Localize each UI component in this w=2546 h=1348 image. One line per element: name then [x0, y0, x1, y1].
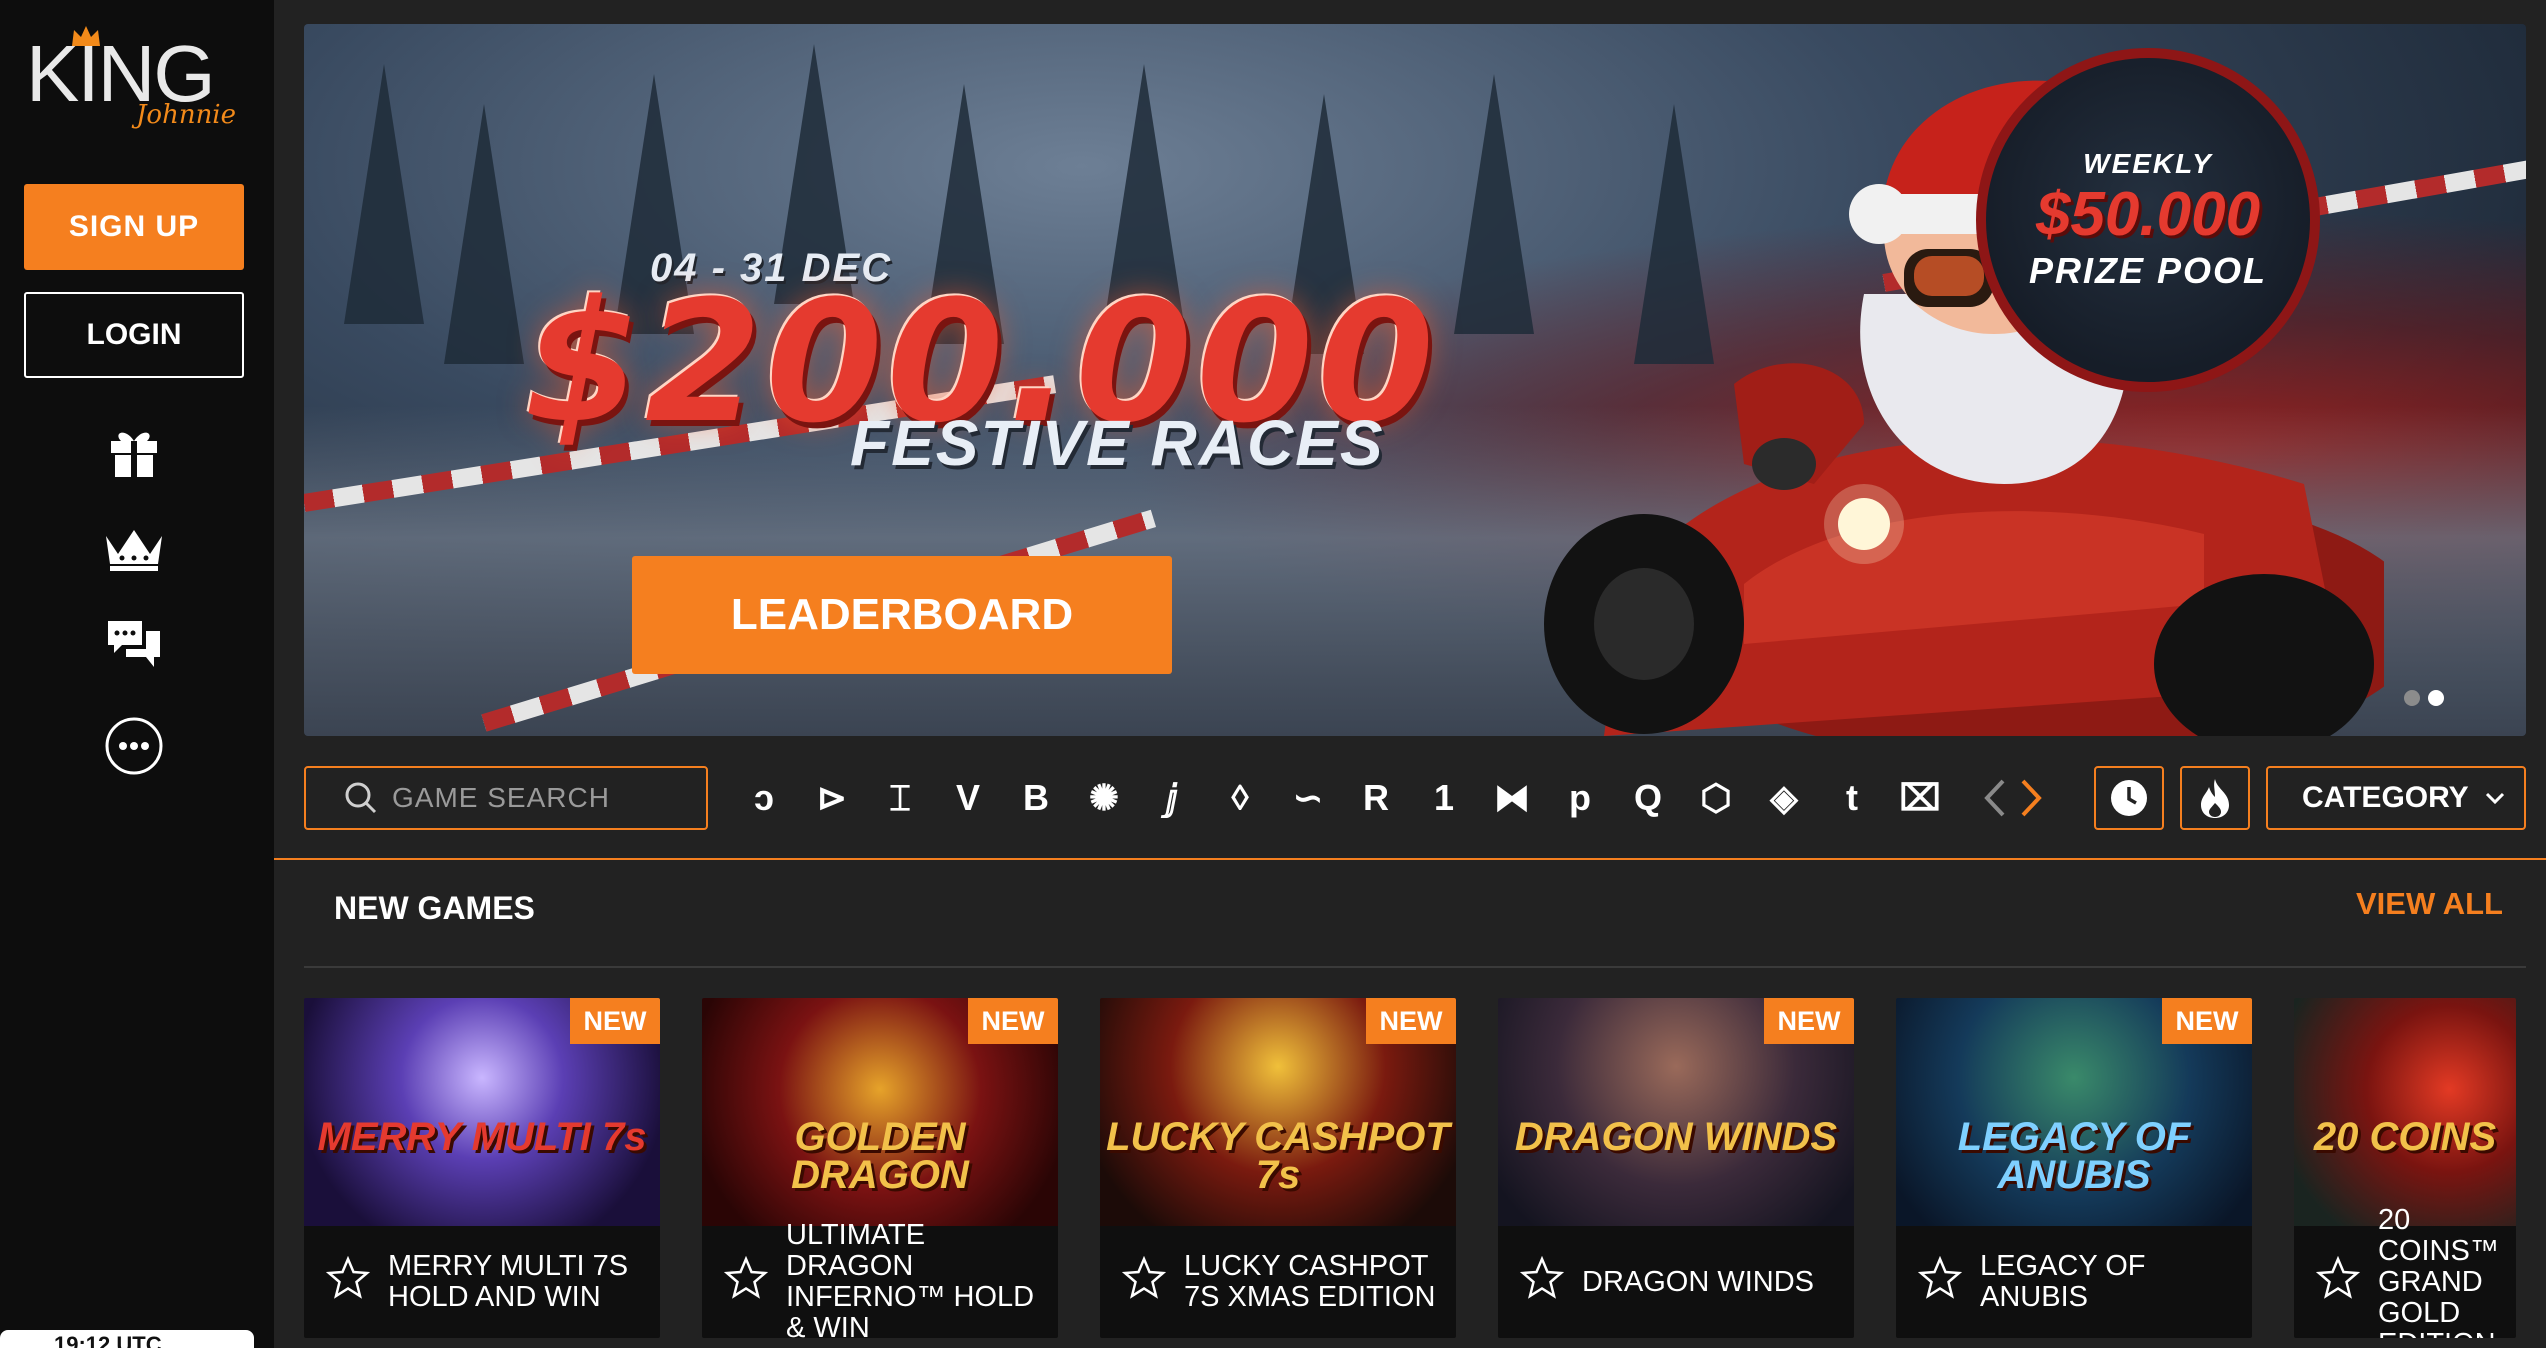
chat-icon[interactable] — [102, 612, 166, 676]
more-icon[interactable] — [102, 714, 166, 778]
game-title[interactable]: ULTIMATE DRAGON INFERNO™ HOLD & WIN — [786, 1220, 1048, 1339]
chevron-down-icon — [2485, 792, 2504, 805]
game-title[interactable]: 20 COINS™ GRAND GOLD EDITION — [2378, 1204, 2506, 1338]
provider-18-logo[interactable]: ⌧ — [1892, 770, 1948, 826]
view-all-link[interactable]: VIEW ALL — [2356, 886, 2503, 922]
game-thumbnail-title: GOLDEN DRAGON — [791, 1115, 969, 1197]
logo-subtext: Johnnie — [136, 100, 237, 130]
sign-up-button[interactable]: SIGN UP — [24, 184, 244, 270]
provider-q-logo[interactable]: Q — [1620, 770, 1676, 826]
favorite-star-icon[interactable] — [724, 1256, 768, 1300]
tree-decoration — [344, 64, 424, 324]
leaderboard-button[interactable]: LEADERBOARD — [632, 556, 1172, 674]
recent-games-button[interactable] — [2094, 766, 2164, 830]
game-info-bar: LUCKY CASHPOT 7S XMAS EDITION — [1100, 1226, 1456, 1338]
promo-title: FESTIVE RACES — [850, 407, 1385, 479]
game-card[interactable]: MERRY MULTI 7s NEW MERRY MULTI 7S HOLD AND… — [304, 998, 660, 1338]
fire-icon — [2201, 779, 2229, 818]
king-johnnie-logo[interactable]: KING Johnnie — [26, 26, 246, 130]
utc-clock: 19:12 UTC — [0, 1330, 254, 1348]
category-label: CATEGORY — [2302, 781, 2469, 814]
game-card[interactable]: LUCKY CASHPOT 7s NEW LUCKY CASHPOT 7S XMAS… — [1100, 998, 1456, 1338]
game-card[interactable]: LEGACY OF ANUBIS NEW LEGACY OF ANUBIS — [1896, 998, 2252, 1338]
provider-r-logo[interactable]: R — [1348, 770, 1404, 826]
carousel-dot-1[interactable] — [2404, 690, 2420, 706]
game-card[interactable]: DRAGON WINDS NEW DRAGON WINDS — [1498, 998, 1854, 1338]
game-thumbnail-title: LUCKY CASHPOT 7s — [1106, 1115, 1450, 1197]
login-button[interactable]: LOGIN — [24, 292, 244, 378]
new-games-title: NEW GAMES — [334, 890, 535, 926]
game-title[interactable]: LUCKY CASHPOT 7S XMAS EDITION — [1184, 1226, 1446, 1338]
provider-9-logo[interactable]: ∽ — [1280, 770, 1336, 826]
provider-16-logo[interactable]: ◈ — [1756, 770, 1812, 826]
provider-p-logo[interactable]: p — [1552, 770, 1608, 826]
prize-pool-label: PRIZE POOL — [2028, 250, 2268, 291]
new-badge: NEW — [2162, 998, 2252, 1044]
prize-amount: $50.000 — [2035, 180, 2261, 249]
game-search-box[interactable] — [304, 766, 708, 830]
game-title[interactable]: LEGACY OF ANUBIS — [1980, 1226, 2242, 1338]
game-title[interactable]: MERRY MULTI 7S HOLD AND WIN — [388, 1226, 650, 1338]
new-badge: NEW — [968, 998, 1058, 1044]
provider-11-logo[interactable]: 1 — [1416, 770, 1472, 826]
game-info-bar: DRAGON WINDS — [1498, 1226, 1854, 1338]
new-badge: NEW — [570, 998, 660, 1044]
carousel-dot-2[interactable] — [2428, 690, 2444, 706]
game-info-bar: ULTIMATE DRAGON INFERNO™ HOLD & WIN — [702, 1220, 1058, 1339]
favorite-star-icon[interactable] — [326, 1256, 370, 1300]
provider-15-logo[interactable]: ⬡ — [1688, 770, 1744, 826]
game-search-input[interactable] — [390, 781, 694, 815]
provider-3-logo[interactable]: ⌶ — [872, 770, 928, 826]
game-card[interactable]: 20 COINS 20 COINS™ GRAND GOLD EDITION — [2294, 998, 2516, 1338]
prize-weekly-label: WEEKLY — [2083, 148, 2213, 179]
game-title[interactable]: DRAGON WINDS — [1582, 1226, 1844, 1338]
section-divider — [274, 858, 2546, 860]
clock-icon — [2111, 780, 2147, 816]
provider-b-logo[interactable]: B — [1008, 770, 1064, 826]
crown-icon[interactable] — [102, 516, 166, 580]
weekly-prize-badge: WEEKLY $50.000 PRIZE POOL — [1976, 48, 2320, 392]
search-icon — [345, 782, 377, 814]
provider-1-logo[interactable]: ↄ — [736, 770, 792, 826]
provider-v-logo[interactable]: V — [940, 770, 996, 826]
provider-2-logo[interactable]: ⊳ — [804, 770, 860, 826]
providers-next-arrow[interactable] — [2012, 770, 2052, 826]
favorite-star-icon[interactable] — [1122, 1256, 1166, 1300]
gift-icon[interactable] — [102, 420, 166, 484]
provider-6-logo[interactable]: ✺ — [1076, 770, 1132, 826]
provider-7-logo[interactable]: ⅉ — [1144, 770, 1200, 826]
game-info-bar: MERRY MULTI 7S HOLD AND WIN — [304, 1226, 660, 1338]
new-badge: NEW — [1366, 998, 1456, 1044]
favorite-star-icon[interactable] — [1918, 1256, 1962, 1300]
category-dropdown[interactable]: CATEGORY — [2266, 766, 2526, 830]
game-info-bar: LEGACY OF ANUBIS — [1896, 1226, 2252, 1338]
hot-games-button[interactable] — [2180, 766, 2250, 830]
providers-prev-arrow[interactable] — [1974, 770, 2014, 826]
game-thumbnail-title: DRAGON WINDS — [1514, 1115, 1838, 1159]
game-thumbnail-title: 20 COINS — [2313, 1115, 2497, 1159]
promo-banner[interactable]: 04 - 31 DEC $200.000 FESTIVE RACES LEADE… — [304, 24, 2526, 736]
game-info-bar: 20 COINS™ GRAND GOLD EDITION — [2294, 1204, 2516, 1338]
provider-8-logo[interactable]: ◊ — [1212, 770, 1268, 826]
section-divider — [304, 966, 2526, 968]
game-thumbnail[interactable]: 20 COINS — [2294, 998, 2516, 1226]
new-badge: NEW — [1764, 998, 1854, 1044]
provider-t-logo[interactable]: t — [1824, 770, 1880, 826]
provider-12-logo[interactable]: ⧓ — [1484, 770, 1540, 826]
sidebar: KING Johnnie SIGN UP LOGIN 19:12 UTC — [0, 0, 274, 1348]
favorite-star-icon[interactable] — [2316, 1256, 2360, 1300]
game-thumbnail-title: MERRY MULTI 7s — [317, 1115, 647, 1159]
game-thumbnail-title: LEGACY OF ANUBIS — [1957, 1115, 2191, 1197]
tree-decoration — [444, 104, 524, 364]
game-card[interactable]: GOLDEN DRAGON NEW ULTIMATE DRAGON INFERNO™… — [702, 998, 1058, 1338]
favorite-star-icon[interactable] — [1520, 1256, 1564, 1300]
